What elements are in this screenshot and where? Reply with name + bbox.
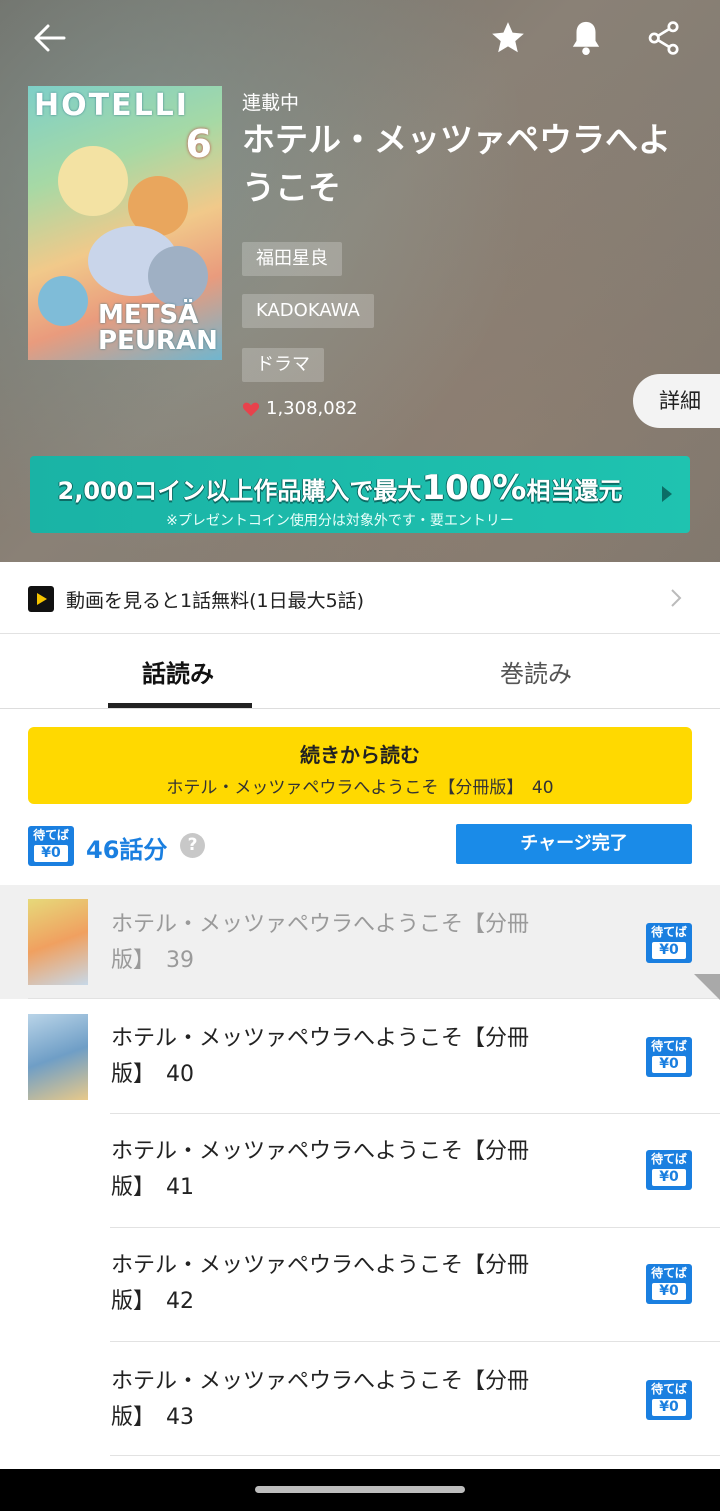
episode-title: ホテル・メッツァペウラへようこそ【分冊 版】 40 — [111, 1021, 561, 1093]
free-episode-count: 46話分 — [86, 836, 168, 864]
cover-subtitle: METSÄ PEURAN — [98, 300, 218, 356]
wait-free-badge-top: 待てば — [651, 1266, 687, 1280]
episode-title-line2: 版】 39 — [111, 948, 194, 973]
wait-free-badge-top: 待てば — [651, 925, 687, 939]
charge-complete-button[interactable]: チャージ完了 — [456, 824, 692, 864]
episode-row[interactable]: ホテル・メッツァペウラへようこそ【分冊 版】 42 待てば ¥0 — [0, 1228, 720, 1342]
wait-free-badge: 待てば ¥0 — [646, 1264, 692, 1304]
episode-title-line2: 版】 43 — [111, 1405, 194, 1430]
episode-row[interactable]: ホテル・メッツァペウラへようこそ【分冊 版】 41 待てば ¥0 — [0, 1114, 720, 1228]
episode-row[interactable]: ホテル・メッツァペウラへようこそ【分冊 版】 39 待てば ¥0 — [0, 885, 720, 999]
banner-main-text: 2,000コイン以上作品購入で最大100%相当還元 — [30, 468, 650, 508]
serialization-status: 連載中 — [242, 92, 300, 114]
banner-main-highlight: 100% — [421, 468, 527, 508]
episode-title: ホテル・メッツァペウラへようこそ【分冊 版】 43 — [111, 1364, 561, 1436]
heart-icon — [242, 402, 260, 416]
wait-free-badge-bottom: ¥0 — [652, 942, 686, 959]
wait-free-badge-top: 待てば — [33, 828, 69, 842]
episode-row[interactable]: ホテル・メッツァペウラへようこそ【分冊 版】 40 待てば ¥0 — [0, 999, 720, 1113]
likes-value: 1,308,082 — [266, 398, 358, 419]
author-tag[interactable]: 福田星良 — [242, 242, 342, 276]
episode-title-line1: ホテル・メッツァペウラへようこそ【分冊 — [111, 912, 530, 937]
wait-free-badge-bottom: ¥0 — [652, 1169, 686, 1186]
share-button[interactable] — [636, 10, 692, 66]
read-fold-marker — [694, 974, 720, 1000]
hero-header: HOTELLI 6 METSÄ PEURAN 連載中 ホテル・メッツァペウラへよ… — [0, 0, 720, 562]
tab-volumes[interactable]: 巻読み — [500, 654, 572, 689]
back-arrow-icon — [34, 24, 66, 52]
campaign-banner[interactable]: 2,000コイン以上作品購入で最大100%相当還元 ※プレゼントコイン使用分は対… — [30, 456, 690, 533]
episode-title-line2: 版】 41 — [111, 1175, 194, 1200]
publisher-tag[interactable]: KADOKAWA — [242, 294, 374, 328]
wait-free-badge: 待てば ¥0 — [646, 1037, 692, 1077]
banner-main-suffix: 相当還元 — [526, 477, 623, 505]
cover-image[interactable]: HOTELLI 6 METSÄ PEURAN — [28, 86, 222, 360]
video-free-label: 動画を見ると1話無料(1日最大5話) — [66, 590, 365, 612]
continue-label: 続きから読む — [300, 743, 420, 767]
wait-free-badge-top: 待てば — [651, 1039, 687, 1053]
episode-title-line1: ホテル・メッツァペウラへようこそ【分冊 — [111, 1369, 530, 1394]
episode-title: ホテル・メッツァペウラへようこそ【分冊 版】 39 — [111, 907, 561, 979]
banner-arrow-icon — [662, 486, 672, 502]
genre-tag[interactable]: ドラマ — [242, 348, 324, 382]
wait-free-badge-bottom: ¥0 — [652, 1056, 686, 1073]
episode-row[interactable]: ホテル・メッツァペウラへようこそ【分冊 版】 43 待てば ¥0 — [0, 1342, 720, 1456]
chevron-right-icon — [671, 589, 682, 607]
free-count-row: 待てば ¥0 46話分 ? チャージ完了 — [0, 822, 720, 872]
wait-free-badge-top: 待てば — [651, 1382, 687, 1396]
back-button[interactable] — [22, 10, 78, 66]
banner-main-prefix: 2,000コイン以上作品購入で最大 — [57, 477, 422, 505]
episode-title: ホテル・メッツァペウラへようこそ【分冊 版】 42 — [111, 1248, 561, 1320]
page-title: ホテル・メッツァペウラへようこそ — [242, 120, 671, 207]
wait-free-badge-bottom: ¥0 — [652, 1399, 686, 1416]
wait-free-badge: 待てば ¥0 — [646, 923, 692, 963]
wait-free-badge-bottom: ¥0 — [34, 845, 68, 862]
tab-bar: 話読み 巻読み — [0, 634, 720, 709]
episode-title-line2: 版】 40 — [111, 1062, 194, 1087]
episode-title-line1: ホテル・メッツァペウラへようこそ【分冊 — [111, 1026, 530, 1051]
likes-count: 1,308,082 — [242, 398, 358, 419]
notification-button[interactable] — [558, 10, 614, 66]
help-icon[interactable]: ? — [180, 833, 205, 858]
wait-free-badge: 待てば ¥0 — [646, 1150, 692, 1190]
wait-free-badge-top: 待てば — [651, 1152, 687, 1166]
system-nav-bar — [0, 1469, 720, 1511]
star-icon — [492, 22, 524, 53]
episode-title-line2: 版】 42 — [111, 1289, 194, 1314]
play-icon — [28, 586, 54, 612]
wait-free-badge: 待てば ¥0 — [28, 826, 74, 866]
share-icon — [648, 21, 679, 55]
list-divider — [110, 1455, 720, 1456]
tab-active-indicator — [108, 703, 252, 708]
home-gesture-handle[interactable] — [255, 1486, 465, 1493]
episode-title-line1: ホテル・メッツァペウラへようこそ【分冊 — [111, 1139, 530, 1164]
episode-title: ホテル・メッツァペウラへようこそ【分冊 版】 41 — [111, 1134, 561, 1206]
cover-volume: 6 — [185, 122, 212, 166]
episode-title-line1: ホテル・メッツァペウラへようこそ【分冊 — [111, 1253, 530, 1278]
wait-free-badge: 待てば ¥0 — [646, 1380, 692, 1420]
bell-icon — [572, 21, 600, 55]
tab-episodes[interactable]: 話読み — [142, 654, 214, 689]
favorite-button[interactable] — [480, 10, 536, 66]
detail-button[interactable]: 詳細 — [633, 374, 720, 428]
banner-sub-text: ※プレゼントコイン使用分は対象外です・要エントリー — [166, 513, 514, 529]
continue-episode: ホテル・メッツァペウラへようこそ【分冊版】 40 — [166, 778, 554, 798]
episode-thumbnail — [28, 1014, 88, 1100]
video-free-row[interactable]: 動画を見ると1話無料(1日最大5話) — [0, 562, 720, 634]
continue-reading-button[interactable]: 続きから読む ホテル・メッツァペウラへようこそ【分冊版】 40 — [28, 727, 692, 804]
cover-title: HOTELLI — [34, 88, 189, 123]
episode-thumbnail — [28, 899, 88, 985]
wait-free-badge-bottom: ¥0 — [652, 1283, 686, 1300]
